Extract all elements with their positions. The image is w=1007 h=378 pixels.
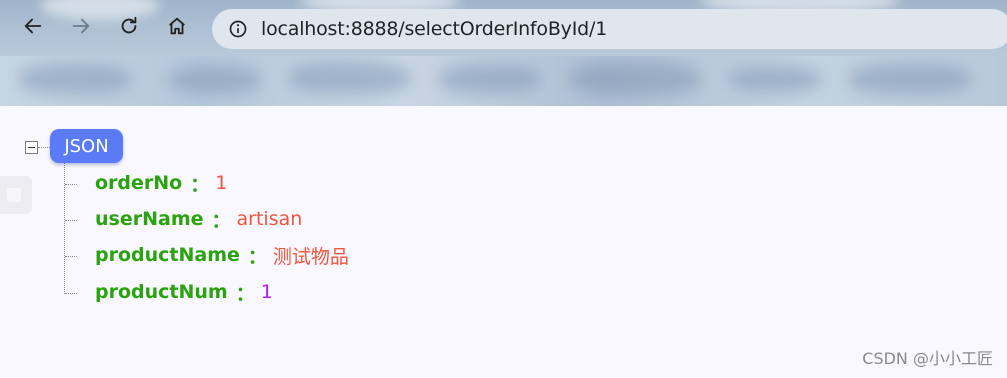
tree-connector bbox=[65, 220, 77, 221]
json-key: productNum bbox=[95, 281, 228, 303]
tree-trunk bbox=[64, 163, 65, 294]
json-viewer: JSON orderNo ： 1 userName ： artisan prod… bbox=[0, 106, 1007, 378]
json-value: 测试物品 bbox=[272, 245, 349, 268]
tree-connector bbox=[65, 256, 77, 257]
json-root-badge[interactable]: JSON bbox=[50, 129, 123, 163]
json-value: artisan bbox=[236, 208, 303, 230]
json-separator: ： bbox=[190, 173, 210, 196]
forward-button[interactable] bbox=[67, 12, 95, 40]
url-text[interactable]: localhost:8888/selectOrderInfoById/1 bbox=[261, 18, 607, 40]
reload-button[interactable] bbox=[115, 12, 143, 40]
address-bar[interactable]: localhost:8888/selectOrderInfoById/1 bbox=[212, 9, 1007, 49]
side-panel-tab[interactable] bbox=[0, 176, 32, 214]
collapse-minus-icon[interactable] bbox=[25, 141, 38, 154]
json-separator: ： bbox=[235, 282, 255, 305]
json-key: orderNo bbox=[95, 172, 183, 194]
back-button[interactable] bbox=[19, 12, 47, 40]
json-field-row: userName ： artisan bbox=[95, 204, 302, 234]
json-separator: ： bbox=[247, 245, 267, 268]
json-separator: ： bbox=[211, 209, 231, 232]
info-circle-icon[interactable] bbox=[227, 18, 249, 40]
bookmarks-bar bbox=[0, 56, 1007, 106]
json-field-row: orderNo ： 1 bbox=[95, 168, 227, 198]
json-field-row: productNum ： 1 bbox=[95, 277, 273, 307]
arrow-left-icon bbox=[24, 18, 42, 34]
tree-connector bbox=[65, 184, 77, 185]
json-value: 1 bbox=[260, 281, 273, 303]
arrow-right-icon bbox=[72, 18, 90, 34]
reload-icon bbox=[121, 16, 137, 34]
watermark: CSDN @小小工匠 bbox=[862, 349, 993, 368]
tree-connector bbox=[65, 293, 77, 294]
json-field-row: productName ： 测试物品 bbox=[95, 240, 349, 270]
tree-connector bbox=[38, 147, 50, 148]
json-key: productName bbox=[95, 244, 240, 266]
json-key: userName bbox=[95, 208, 204, 230]
home-button[interactable] bbox=[163, 12, 191, 40]
home-icon bbox=[169, 17, 185, 35]
browser-toolbar: localhost:8888/selectOrderInfoById/1 bbox=[0, 0, 1007, 56]
json-value: 1 bbox=[215, 172, 228, 194]
